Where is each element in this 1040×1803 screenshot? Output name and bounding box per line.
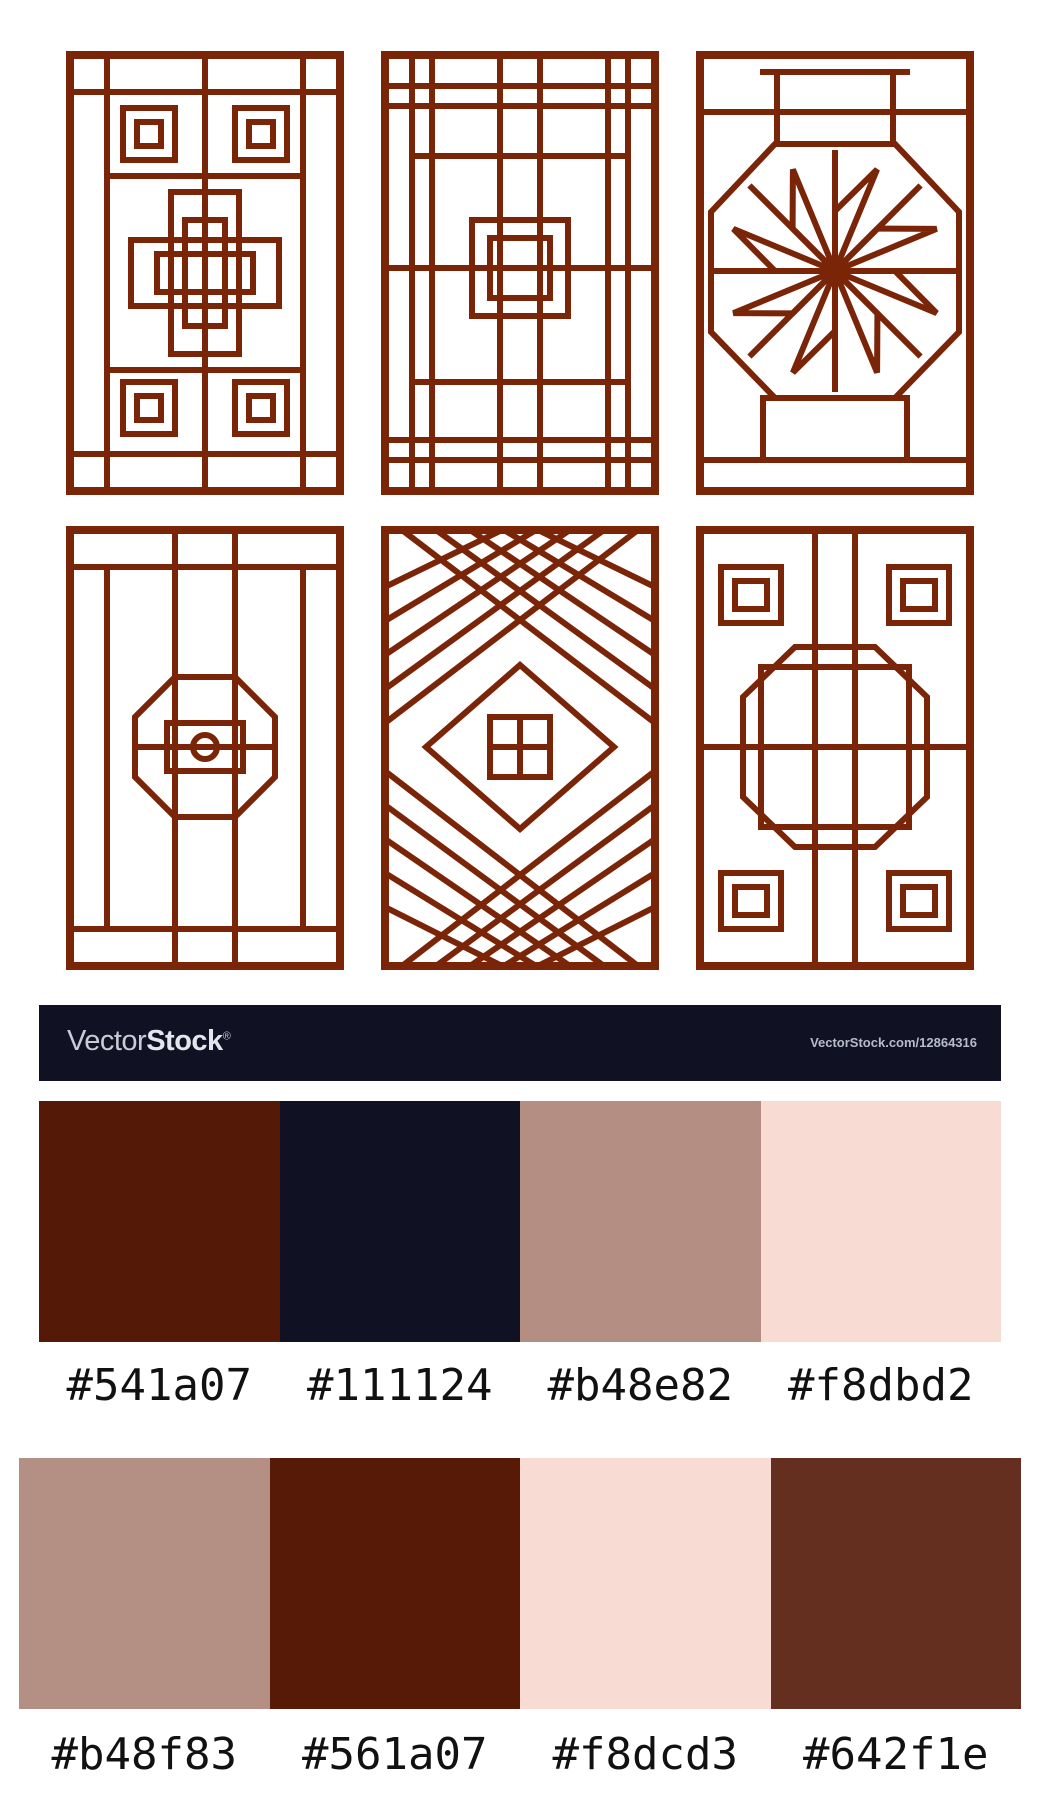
lattice-artwork [39, 40, 1001, 1005]
swatch: #561a07 [269, 1458, 520, 1780]
octagon-medallion-panel [66, 526, 344, 970]
color-chip [760, 1101, 1001, 1342]
hex-label: #b48e82 [547, 1360, 733, 1411]
palette-secondary: #b48f83 #561a07 #f8dcd3 #642f1e [19, 1458, 1021, 1780]
swatch: #642f1e [770, 1458, 1021, 1780]
swatch: #541a07 [39, 1101, 280, 1411]
swatch: #111124 [279, 1101, 520, 1411]
palette-primary: #541a07 #111124 #b48e82 #f8dbd2 [39, 1101, 1001, 1411]
hex-label: #b48f83 [51, 1729, 237, 1780]
greek-key-cross-panel [66, 51, 344, 495]
hex-label: #f8dcd3 [552, 1729, 738, 1780]
vectorstock-logo: VectorStock® [67, 1025, 231, 1057]
hex-label: #f8dbd2 [788, 1360, 974, 1411]
watermark-url: VectorStock.com/12864316 [810, 1035, 977, 1050]
nested-squares-panel [381, 51, 659, 495]
swatch: #f8dbd2 [760, 1101, 1001, 1411]
diamond-lattice-panel [380, 525, 660, 971]
color-chip [520, 1458, 771, 1709]
swatch: #b48e82 [520, 1101, 761, 1411]
color-chip [279, 1101, 520, 1342]
hex-label: #541a07 [66, 1360, 252, 1411]
swatch: #b48f83 [19, 1458, 270, 1780]
octagon-star-panel [696, 51, 974, 495]
circle-of-squares-panel [696, 526, 974, 970]
color-chip [19, 1458, 270, 1709]
color-chip [39, 1101, 280, 1342]
lattice-panels-illustration [66, 51, 974, 971]
color-chip [770, 1458, 1021, 1709]
hex-label: #561a07 [302, 1729, 488, 1780]
hex-label: #111124 [307, 1360, 493, 1411]
hex-label: #642f1e [803, 1729, 989, 1780]
color-chip [520, 1101, 761, 1342]
swatch: #f8dcd3 [520, 1458, 771, 1780]
color-chip [269, 1458, 520, 1709]
watermark-banner: VectorStock® VectorStock.com/12864316 [39, 1005, 1001, 1081]
